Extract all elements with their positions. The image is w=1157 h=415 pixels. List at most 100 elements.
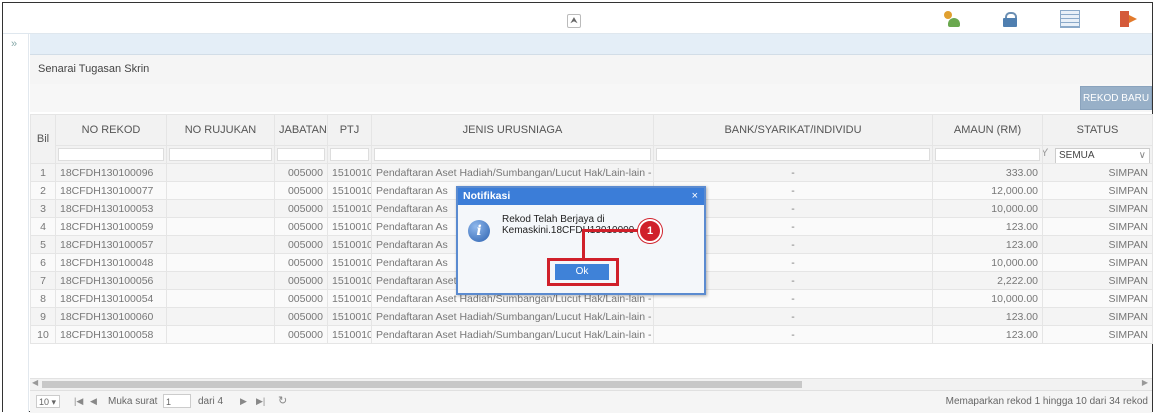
close-icon[interactable]: × [692, 188, 698, 205]
horizontal-scrollbar[interactable]: ◀ ▶ [30, 378, 1152, 390]
prev-page-icon[interactable]: ◀ [90, 396, 97, 407]
expand-sidebar-icon[interactable]: » [11, 38, 17, 50]
cell-no-rujukan [166, 271, 275, 290]
filter-bank[interactable] [653, 145, 933, 164]
filter-jenis-input[interactable] [374, 148, 651, 161]
cell-no-rekod: 18CFDH130100060 [55, 307, 167, 326]
filter-no-rekod-input[interactable] [58, 148, 164, 161]
scroll-thumb[interactable] [42, 381, 802, 388]
new-record-button[interactable]: REKOD BARU [1080, 86, 1152, 110]
cell-amaun: 123.00 [932, 235, 1043, 254]
cell-no-rekod: 18CFDH130100077 [55, 181, 167, 200]
page-input[interactable]: 1 [163, 394, 191, 408]
cell-no-rujukan [166, 217, 275, 236]
callout-line [582, 229, 585, 260]
cell-no-rujukan [166, 289, 275, 308]
cell-ptj: 15100100 [327, 289, 372, 308]
cell-ptj: 15100100 [327, 181, 372, 200]
cell-bil: 8 [30, 289, 56, 308]
cell-status: SIMPAN [1042, 271, 1153, 290]
cell-no-rujukan [166, 163, 275, 182]
col-header-no-rekod[interactable]: NO REKOD [55, 114, 167, 146]
cell-no-rujukan [166, 199, 275, 218]
cell-ptj: 15100100 [327, 235, 372, 254]
cell-no-rekod: 18CFDH130100057 [55, 235, 167, 254]
cell-jabatan: 005000 [274, 307, 328, 326]
cell-bil: 3 [30, 199, 56, 218]
page-of-label: dari 4 [198, 396, 224, 407]
cell-amaun: 10,000.00 [932, 253, 1043, 272]
cell-status: SIMPAN [1042, 199, 1153, 218]
top-bar: ⮝ [3, 3, 1152, 34]
cell-status: SIMPAN [1042, 235, 1153, 254]
cell-no-rekod: 18CFDH130100096 [55, 163, 167, 182]
filter-ptj-input[interactable] [330, 148, 369, 161]
cell-no-rekod: 18CFDH130100048 [55, 253, 167, 272]
col-header-no-rujukan[interactable]: NO RUJUKAN [166, 114, 275, 146]
panel-header-strip [30, 34, 1152, 55]
cell-bil: 9 [30, 307, 56, 326]
cell-jabatan: 005000 [274, 289, 328, 308]
cell-amaun: 123.00 [932, 307, 1043, 326]
filter-jabatan-input[interactable] [277, 148, 325, 161]
filter-amaun[interactable] [932, 145, 1043, 164]
filter-no-rekod[interactable] [55, 145, 167, 164]
cell-bank: - [653, 307, 933, 326]
collapse-header-icon[interactable]: ⮝ [567, 14, 581, 28]
callout-highlight-box [547, 258, 619, 286]
scroll-right-icon[interactable]: ▶ [1142, 378, 1148, 387]
page-size-select[interactable]: 10 ▾ [36, 395, 60, 408]
cell-jabatan: 005000 [274, 163, 328, 182]
filter-icon[interactable]: Y [1044, 147, 1049, 159]
pager: 10 ▾ |◀ ◀ Muka surat 1 dari 4 ▶ ▶| ↻ Mem… [30, 390, 1152, 413]
table-row[interactable]: 118CFDH130100096 00500015100100Pendaftara… [30, 163, 1153, 182]
scroll-left-icon[interactable]: ◀ [32, 378, 38, 387]
filter-bank-input[interactable] [656, 148, 930, 161]
toolbar: REKOD BARU [30, 84, 1152, 112]
cell-no-rujukan [166, 253, 275, 272]
cell-status: SIMPAN [1042, 181, 1153, 200]
top-icon-group [902, 10, 1140, 28]
callout-number-badge: 1 [638, 219, 662, 243]
last-page-icon[interactable]: ▶| [256, 396, 265, 407]
filter-status[interactable]: Y SEMUA ∨ [1042, 145, 1153, 164]
dialog-title: Notifikasi [458, 188, 704, 205]
refresh-icon[interactable]: ↻ [278, 394, 287, 407]
col-header-jenis[interactable]: JENIS URUSNIAGA [371, 114, 654, 146]
next-page-icon[interactable]: ▶ [240, 396, 247, 407]
cell-ptj: 15100100 [327, 163, 372, 182]
first-page-icon[interactable]: |◀ [74, 396, 83, 407]
col-header-ptj[interactable]: PTJ [327, 114, 372, 146]
filter-jenis[interactable] [371, 145, 654, 164]
col-header-amaun[interactable]: AMAUN (RM) [932, 114, 1043, 146]
cell-no-rekod: 18CFDH130100059 [55, 217, 167, 236]
lock-icon[interactable] [1000, 10, 1022, 28]
filter-jabatan[interactable] [274, 145, 328, 164]
filter-no-rujukan[interactable] [166, 145, 275, 164]
dialog-message: Rekod Telah Berjaya di Kemaskini.18CFDH1… [502, 214, 635, 236]
cell-jabatan: 005000 [274, 199, 328, 218]
col-header-bank[interactable]: BANK/SYARIKAT/INDIVIDU [653, 114, 933, 146]
cell-ptj: 15100100 [327, 271, 372, 290]
status-filter-select[interactable]: SEMUA ∨ [1055, 147, 1150, 163]
filter-no-rujukan-input[interactable] [169, 148, 272, 161]
cell-bil: 6 [30, 253, 56, 272]
user-icon[interactable] [940, 10, 962, 28]
panel-title-bar: Senarai Tugasan Skrin [30, 55, 1152, 85]
col-header-bil[interactable]: Bil [30, 114, 56, 164]
cell-amaun: 333.00 [932, 163, 1043, 182]
cell-bil: 10 [30, 325, 56, 344]
cell-status: SIMPAN [1042, 307, 1153, 326]
callout-line [582, 229, 639, 232]
cell-bil: 4 [30, 217, 56, 236]
table-row[interactable]: 918CFDH130100060 00500015100100Pendaftara… [30, 307, 1153, 326]
filter-amaun-input[interactable] [935, 148, 1040, 161]
table-row[interactable]: 1018CFDH130100058 00500015100100Pendaftar… [30, 325, 1153, 344]
grid-icon[interactable] [1060, 10, 1080, 28]
page-title: Senarai Tugasan Skrin [38, 63, 150, 75]
col-header-jabatan[interactable]: JABATAN [274, 114, 328, 146]
exit-icon[interactable] [1118, 10, 1140, 28]
filter-ptj[interactable] [327, 145, 372, 164]
col-header-status[interactable]: STATUS [1042, 114, 1153, 146]
cell-no-rujukan [166, 325, 275, 344]
